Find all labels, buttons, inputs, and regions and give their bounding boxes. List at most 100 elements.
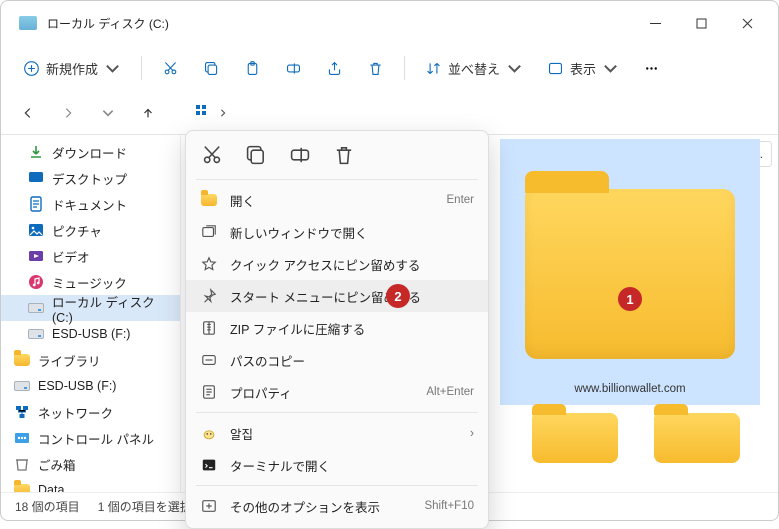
sidebar-item[interactable]: ローカル ディスク (C:) bbox=[1, 295, 180, 321]
ellipsis-icon bbox=[643, 60, 660, 77]
folder-icon bbox=[13, 353, 30, 368]
drive-icon bbox=[27, 327, 44, 342]
context-menu-item[interactable]: プロパティAlt+Enter bbox=[186, 376, 488, 408]
forward-button[interactable] bbox=[53, 98, 83, 128]
sidebar-item[interactable]: ネットワーク bbox=[1, 399, 180, 425]
shortcut: Shift+F10 bbox=[424, 500, 474, 512]
context-quick-actions bbox=[186, 137, 488, 175]
sidebar-item[interactable]: ライブラリ bbox=[1, 347, 180, 373]
sidebar-item-label: ダウンロード bbox=[52, 143, 127, 162]
rename-button[interactable] bbox=[275, 51, 312, 85]
rename-icon[interactable] bbox=[288, 143, 312, 167]
rename-icon bbox=[285, 60, 302, 77]
sidebar-item[interactable]: デスクトップ bbox=[1, 165, 180, 191]
more-icon bbox=[200, 497, 218, 515]
alzip-icon bbox=[200, 424, 218, 442]
sidebar-item[interactable]: ごみ箱 bbox=[1, 451, 180, 477]
separator bbox=[196, 179, 478, 180]
network-icon bbox=[13, 405, 30, 420]
folder-item[interactable] bbox=[532, 413, 618, 463]
view-icon bbox=[547, 60, 564, 77]
sidebar-item[interactable]: ESD-USB (F:) bbox=[1, 321, 180, 347]
context-menu-item[interactable]: ターミナルで開く bbox=[186, 449, 488, 481]
drive-icon bbox=[27, 301, 44, 316]
back-button[interactable] bbox=[13, 98, 43, 128]
context-menu-item[interactable]: 開く Enter bbox=[186, 184, 488, 216]
sidebar-item-label: ライブラリ bbox=[38, 351, 101, 370]
sort-button[interactable]: 並べ替え bbox=[415, 51, 533, 85]
copy-icon[interactable] bbox=[244, 143, 268, 167]
sidebar-item[interactable]: ESD-USB (F:) bbox=[1, 373, 180, 399]
download-icon bbox=[27, 145, 44, 160]
folder-icon bbox=[525, 189, 735, 359]
annotation-badge-2: 2 bbox=[386, 284, 410, 308]
sidebar-item[interactable]: コントロール パネル bbox=[1, 425, 180, 451]
context-menu-item[interactable]: 알집› bbox=[186, 417, 488, 449]
nav-row bbox=[1, 91, 778, 135]
drive-icon bbox=[13, 379, 30, 394]
copy-button[interactable] bbox=[193, 51, 230, 85]
sidebar[interactable]: ダウンロードデスクトップドキュメントピクチャビデオミュージックローカル ディスク… bbox=[1, 135, 181, 492]
delete-button[interactable] bbox=[357, 51, 394, 85]
folder-item[interactable] bbox=[654, 413, 740, 463]
separator bbox=[404, 56, 405, 80]
new-button[interactable]: 新規作成 bbox=[13, 51, 131, 85]
share-button[interactable] bbox=[316, 51, 353, 85]
sidebar-item[interactable]: ドキュメント bbox=[1, 191, 180, 217]
sidebar-item-label: ごみ箱 bbox=[38, 455, 76, 474]
sidebar-item[interactable]: ピクチャ bbox=[1, 217, 180, 243]
close-button[interactable] bbox=[724, 7, 770, 39]
view-label: 表示 bbox=[570, 59, 596, 78]
context-menu-item[interactable]: ZIP ファイルに圧縮する bbox=[186, 312, 488, 344]
new-window-icon bbox=[200, 223, 218, 241]
video-icon bbox=[27, 249, 44, 264]
shortcut: Alt+Enter bbox=[426, 386, 474, 398]
context-menu-item[interactable]: スタート メニューにピン留めする2 bbox=[186, 280, 488, 312]
sidebar-item-label: Data bbox=[38, 483, 64, 492]
maximize-button[interactable] bbox=[678, 7, 724, 39]
sidebar-item-label: ドキュメント bbox=[52, 195, 127, 214]
context-menu-label: 新しいウィンドウで開く bbox=[230, 223, 368, 242]
pin-icon bbox=[200, 287, 218, 305]
trash-icon bbox=[13, 457, 30, 472]
window-title: ローカル ディスク (C:) bbox=[47, 15, 169, 32]
scissors-icon bbox=[162, 60, 179, 77]
context-menu-item[interactable]: 新しいウィンドウで開く bbox=[186, 216, 488, 248]
item-count: 18 個の項目 bbox=[15, 498, 80, 515]
up-button[interactable] bbox=[133, 98, 163, 128]
sidebar-item[interactable]: ビデオ bbox=[1, 243, 180, 269]
drive-icon bbox=[19, 16, 37, 30]
context-menu-label: ターミナルで開く bbox=[230, 456, 330, 475]
cut-icon[interactable] bbox=[200, 143, 224, 167]
sidebar-item-label: ピクチャ bbox=[52, 221, 102, 240]
view-button[interactable]: 表示 bbox=[537, 51, 629, 85]
sidebar-item[interactable]: Data bbox=[1, 477, 180, 492]
sidebar-item[interactable]: ダウンロード bbox=[1, 139, 180, 165]
sidebar-item-label: ビデオ bbox=[52, 247, 90, 266]
cut-button[interactable] bbox=[152, 51, 189, 85]
content-area[interactable]: BillionWallet.com ル ディスク (C:)... 1 www.b… bbox=[181, 135, 778, 492]
minimize-button[interactable] bbox=[632, 7, 678, 39]
context-menu-item[interactable]: クイック アクセスにピン留めする bbox=[186, 248, 488, 280]
context-menu-label: 開く bbox=[230, 191, 255, 210]
path-icon bbox=[200, 351, 218, 369]
paste-button[interactable] bbox=[234, 51, 271, 85]
trash-icon[interactable] bbox=[332, 143, 356, 167]
more-button[interactable] bbox=[633, 51, 670, 85]
breadcrumb-root[interactable] bbox=[193, 98, 229, 128]
chevron-right-icon bbox=[219, 109, 227, 117]
sidebar-item-label: ESD-USB (F:) bbox=[52, 327, 130, 341]
recent-dropdown[interactable] bbox=[93, 98, 123, 128]
chevron-down-icon bbox=[602, 60, 619, 77]
separator bbox=[196, 412, 478, 413]
music-icon bbox=[27, 275, 44, 290]
control-icon bbox=[13, 431, 30, 446]
folder-label: www.billionwallet.com bbox=[574, 383, 685, 395]
context-menu-item[interactable]: パスのコピー bbox=[186, 344, 488, 376]
shortcut: Enter bbox=[447, 194, 475, 206]
context-menu-item[interactable]: その他のオプションを表示Shift+F10 bbox=[186, 490, 488, 522]
folder-icon bbox=[13, 483, 30, 493]
toolbar: 新規作成 並べ替え 表示 bbox=[1, 45, 778, 91]
folder-item-selected[interactable]: 1 www.billionwallet.com bbox=[500, 139, 760, 405]
main: ダウンロードデスクトップドキュメントピクチャビデオミュージックローカル ディスク… bbox=[1, 135, 778, 492]
